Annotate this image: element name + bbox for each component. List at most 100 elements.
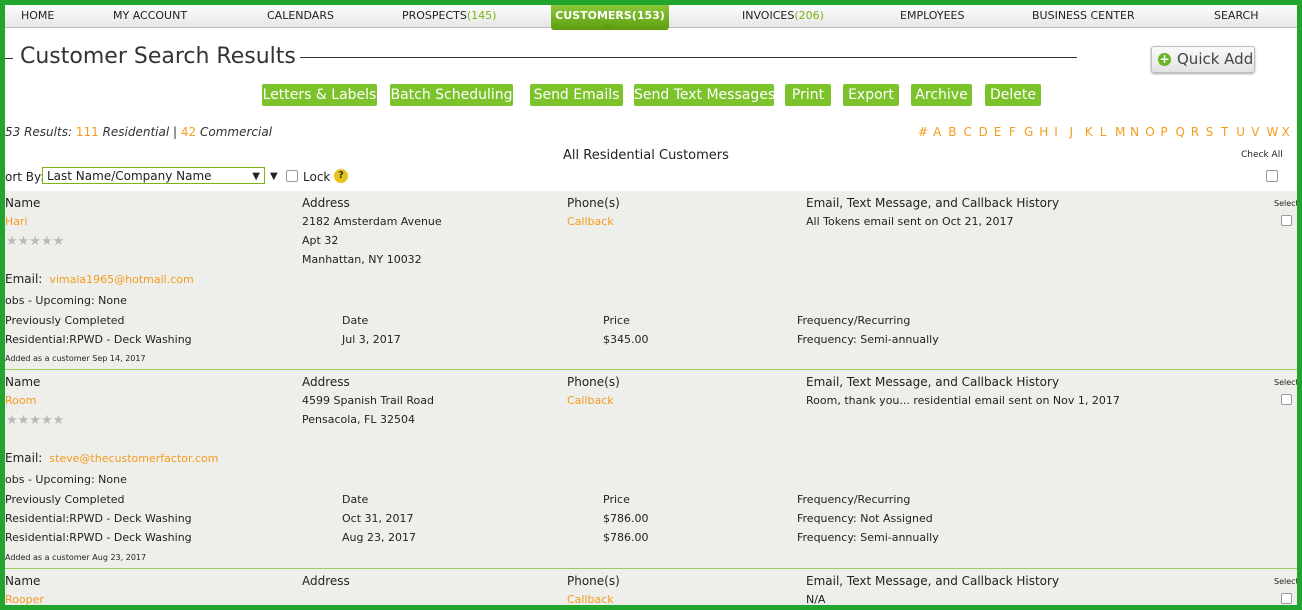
nav-prospects[interactable]: PROSPECTS(145) — [402, 5, 496, 27]
nav-calendars[interactable]: CALENDARS — [267, 5, 334, 27]
date-header: Date — [342, 314, 369, 327]
alpha-filter-p[interactable]: P — [1160, 125, 1167, 139]
delete-button[interactable]: Delete — [985, 84, 1041, 106]
alpha-filter-i[interactable]: I — [1054, 125, 1058, 139]
address-line-2: Apt 32 — [302, 234, 339, 247]
nav-prospects-count: (145) — [466, 9, 497, 22]
alpha-filter-a[interactable]: A — [933, 125, 941, 139]
email-link[interactable]: vimala1965@hotmail.com — [49, 273, 193, 286]
alpha-filter-c[interactable]: C — [964, 125, 972, 139]
commercial-count[interactable]: 42 — [181, 125, 196, 139]
batch-scheduling-button[interactable]: Batch Scheduling — [390, 84, 513, 106]
history-entry: N/A — [806, 593, 826, 606]
alpha-filter-j[interactable]: J — [1070, 125, 1074, 139]
rating-stars[interactable]: ★★★★★ — [6, 234, 64, 249]
jobs-upcoming-label: obs - Upcoming: — [5, 473, 95, 486]
customer-name-link[interactable]: Rooper — [5, 593, 44, 606]
lock-checkbox[interactable] — [286, 170, 298, 182]
page-title: Customer Search Results — [20, 44, 296, 69]
alpha-filter-y[interactable]: Y — [1297, 125, 1302, 139]
nav-calendars-label: CALENDARS — [267, 9, 334, 22]
sort-direction-icon[interactable]: ▼ — [270, 171, 278, 182]
jobs-upcoming-value: None — [98, 294, 127, 307]
nav-my-account[interactable]: MY ACCOUNT — [113, 5, 187, 27]
email-label: Email: — [5, 451, 43, 465]
job-frequency: Frequency: Semi-annually — [797, 333, 939, 346]
select-checkbox[interactable] — [1281, 593, 1292, 604]
nav-employees[interactable]: EMPLOYEES — [900, 5, 964, 27]
check-all-checkbox[interactable] — [1266, 170, 1278, 182]
alpha-filter-s[interactable]: S — [1206, 125, 1214, 139]
letters-labels-button[interactable]: Letters & Labels — [262, 84, 377, 106]
quick-add-button[interactable]: + Quick Add — [1151, 46, 1255, 73]
nav-employees-label: EMPLOYEES — [900, 9, 965, 22]
email-link[interactable]: steve@thecustomerfactor.com — [49, 452, 218, 465]
archive-button[interactable]: Archive — [911, 84, 972, 106]
commercial-label: Commercial — [200, 125, 273, 139]
alpha-filter-u[interactable]: U — [1236, 125, 1245, 139]
phones-header: Phone(s) — [567, 375, 620, 389]
alpha-filter-k[interactable]: K — [1085, 125, 1093, 139]
residential-count[interactable]: 111 — [76, 125, 99, 139]
history-entry: All Tokens email sent on Oct 21, 2017 — [806, 215, 1014, 228]
customer-name-link[interactable]: Room — [5, 394, 36, 407]
select-checkbox[interactable] — [1281, 215, 1292, 226]
results-summary: 53 Results: 111 Residential | 42 Commerc… — [5, 125, 272, 139]
price-header: Price — [603, 493, 630, 506]
print-button[interactable]: Print — [785, 84, 831, 106]
sort-by-select[interactable]: Last Name/Company Name ▼ — [42, 167, 265, 184]
alpha-filter-l[interactable]: L — [1100, 125, 1107, 139]
alpha-filter-g[interactable]: G — [1024, 125, 1033, 139]
question-icon[interactable]: ? — [334, 169, 348, 183]
residential-label: Residential | — [102, 125, 178, 139]
alpha-filter-n[interactable]: N — [1130, 125, 1139, 139]
history-header: Email, Text Message, and Callback Histor… — [806, 375, 1060, 389]
alpha-filter-f[interactable]: F — [1009, 125, 1016, 139]
job-service: Residential:RPWD - Deck Washing — [5, 531, 192, 544]
job-date: Jul 3, 2017 — [342, 333, 401, 346]
price-header: Price — [603, 314, 630, 327]
alpha-filter-hash[interactable]: # — [918, 125, 928, 139]
address-line-1: 2182 Amsterdam Avenue — [302, 215, 442, 228]
alpha-filter-r[interactable]: R — [1191, 125, 1199, 139]
alpha-filter-x[interactable]: X — [1282, 125, 1290, 139]
nav-home[interactable]: HOME — [21, 5, 54, 27]
alpha-filter-w[interactable]: W — [1267, 125, 1279, 139]
address-header: Address — [302, 375, 350, 389]
title-dash — [5, 58, 13, 59]
alpha-filter-e[interactable]: E — [994, 125, 1002, 139]
callback-link[interactable]: Callback — [567, 593, 614, 606]
added-date: Added as a customer Aug 23, 2017 — [5, 553, 147, 562]
callback-link[interactable]: Callback — [567, 215, 614, 228]
export-button[interactable]: Export — [843, 84, 899, 106]
history-entry: Room, thank you... residential email sen… — [806, 394, 1120, 407]
select-checkbox[interactable] — [1281, 394, 1292, 405]
alpha-filter-v[interactable]: V — [1251, 125, 1259, 139]
alpha-filter-h[interactable]: H — [1039, 125, 1048, 139]
name-header: Name — [5, 375, 41, 389]
alpha-filter-o[interactable]: O — [1145, 125, 1154, 139]
frequency-header: Frequency/Recurring — [797, 493, 911, 506]
callback-link[interactable]: Callback — [567, 394, 614, 407]
quick-add-label: Quick Add — [1177, 50, 1254, 68]
plus-circle-icon: + — [1158, 52, 1171, 66]
email-label: Email: — [5, 272, 43, 286]
rating-stars[interactable]: ★★★★★ — [6, 413, 64, 428]
alpha-filter-t[interactable]: T — [1221, 125, 1228, 139]
nav-invoices[interactable]: INVOICES(206) — [742, 5, 824, 27]
job-frequency: Frequency: Semi-annually — [797, 531, 939, 544]
alpha-filter-m[interactable]: M — [1115, 125, 1125, 139]
nav-business-center[interactable]: BUSINESS CENTER — [1032, 5, 1135, 27]
alpha-filter-d[interactable]: D — [979, 125, 988, 139]
results-total: 53 Results: — [5, 125, 72, 139]
nav-search[interactable]: SEARCH — [1214, 5, 1259, 27]
alpha-filter-b[interactable]: B — [948, 125, 956, 139]
date-header: Date — [342, 493, 369, 506]
customer-name-link[interactable]: Hari — [5, 215, 28, 228]
select-label: Select — [1274, 378, 1299, 387]
job-service: Residential:RPWD - Deck Washing — [5, 333, 192, 346]
alpha-filter-q[interactable]: Q — [1176, 125, 1185, 139]
send-emails-button[interactable]: Send Emails — [530, 84, 623, 106]
send-text-messages-button[interactable]: Send Text Messages — [634, 84, 775, 106]
list-heading: All Residential Customers — [563, 148, 729, 163]
